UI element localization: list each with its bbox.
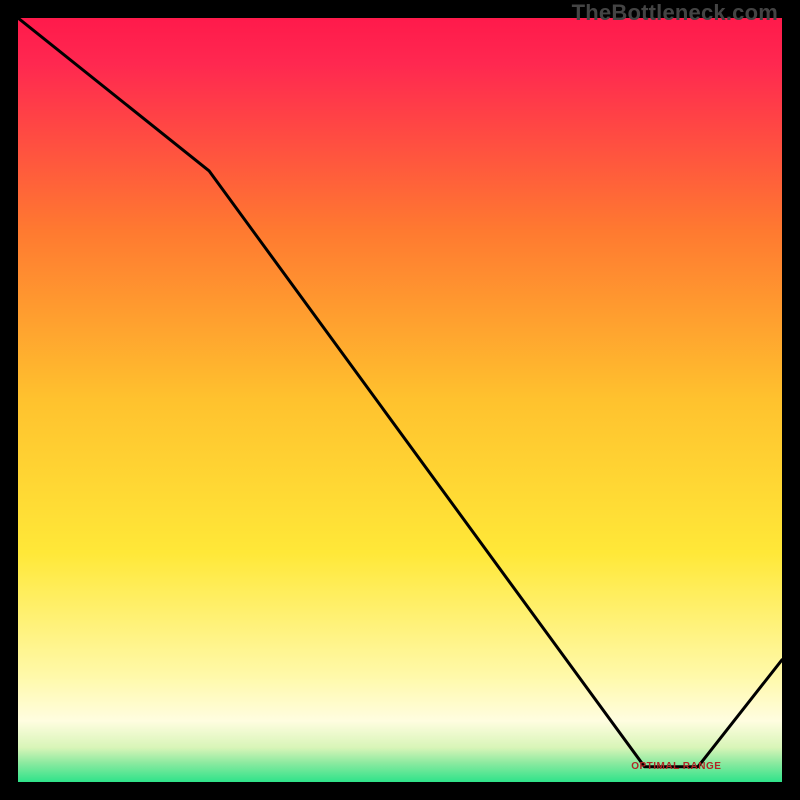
gradient-background (18, 18, 782, 782)
bottleneck-chart (18, 18, 782, 782)
chart-frame: OPTIMAL RANGE (18, 18, 782, 782)
